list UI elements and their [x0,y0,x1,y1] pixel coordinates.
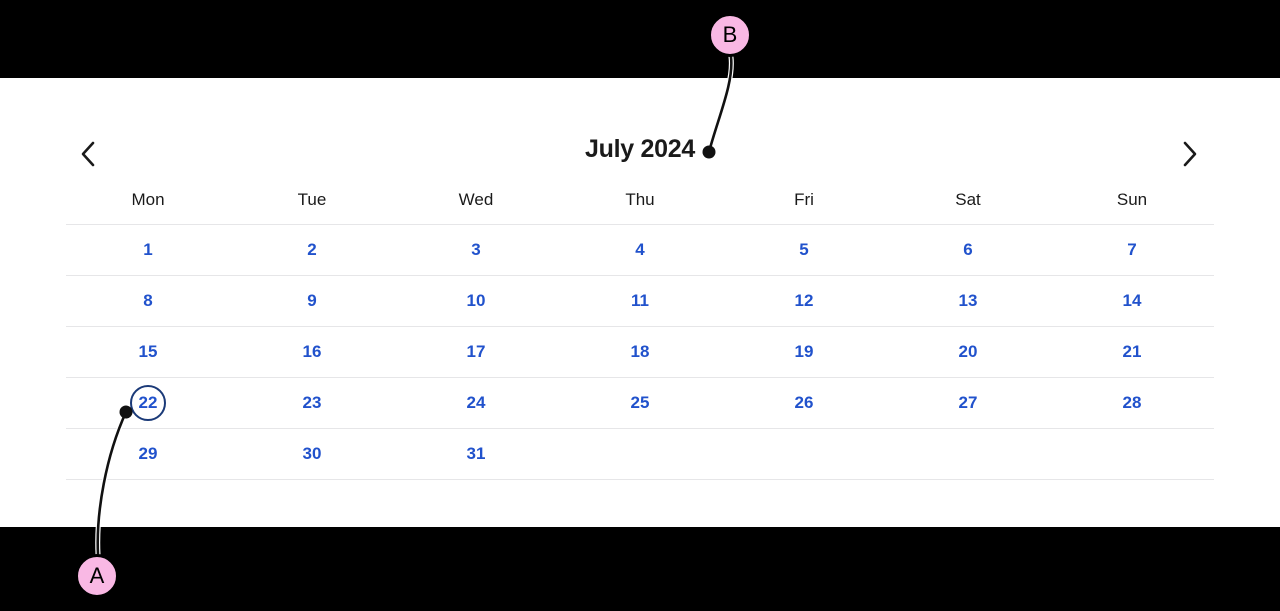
day-cell[interactable]: 5 [722,225,886,275]
day-cell[interactable]: 8 [66,276,230,326]
next-month-button[interactable] [1170,134,1210,174]
month-title-july-2024[interactable]: July 2024 [0,135,1280,164]
day-cell-empty [722,429,886,479]
day-number [786,436,822,472]
day-cell[interactable]: 11 [558,276,722,326]
calendar-surface: July 2024 Mon Tue Wed Thu Fri Sat Sun 1 … [0,78,1280,527]
day-number: 29 [138,444,158,463]
day-cell[interactable]: 12 [722,276,886,326]
day-number: 30 [302,444,322,463]
day-number: 12 [794,291,814,310]
day-number: 16 [302,342,322,361]
day-number: 11 [631,291,649,310]
day-number: 26 [794,393,814,412]
day-cell[interactable]: 14 [1050,276,1214,326]
day-number: 24 [466,393,486,412]
day-cell[interactable]: 9 [230,276,394,326]
day-cell[interactable]: 16 [230,327,394,377]
day-number: 27 [958,393,978,412]
day-cell[interactable]: 18 [558,327,722,377]
day-number: 22 [130,385,166,421]
day-number: 15 [138,342,158,361]
day-number: 28 [1122,393,1142,412]
day-cell[interactable]: 25 [558,378,722,428]
day-grid: 1 2 3 4 5 6 7 8 9 10 11 12 13 14 15 16 1… [66,224,1214,480]
day-number [622,436,658,472]
day-cell[interactable]: 23 [230,378,394,428]
day-cell[interactable]: 20 [886,327,1050,377]
weekday-header-row: Mon Tue Wed Thu Fri Sat Sun [66,190,1214,210]
letterbox-top-bar [0,0,1280,78]
day-number: 21 [1122,342,1142,361]
day-number: 4 [635,240,645,259]
day-number: 31 [466,444,486,463]
day-number: 13 [958,291,978,310]
day-number [1114,436,1150,472]
day-cell[interactable]: 27 [886,378,1050,428]
day-cell[interactable]: 30 [230,429,394,479]
day-cell[interactable]: 4 [558,225,722,275]
week-row: 1 2 3 4 5 6 7 [66,224,1214,275]
annotation-marker-b: B [708,13,752,57]
weekday-header-tue: Tue [297,190,327,209]
day-number: 5 [799,240,809,259]
day-number: 8 [143,291,153,310]
day-cell[interactable]: 7 [1050,225,1214,275]
weekday-header-sun: Sun [1116,190,1148,209]
day-number: 7 [1127,240,1137,259]
day-cell[interactable]: 17 [394,327,558,377]
day-cell[interactable]: 6 [886,225,1050,275]
day-number: 1 [143,240,153,259]
day-cell-empty [558,429,722,479]
day-number: 18 [630,342,650,361]
day-number: 3 [471,240,481,259]
week-row: 29 30 31 [66,428,1214,480]
day-number: 2 [307,240,317,259]
letterbox-bottom-bar [0,527,1280,611]
day-number: 6 [963,240,973,259]
weekday-header-mon: Mon [131,190,165,209]
day-cell[interactable]: 2 [230,225,394,275]
day-cell[interactable]: 24 [394,378,558,428]
day-cell[interactable]: 13 [886,276,1050,326]
day-cell[interactable]: 26 [722,378,886,428]
day-number: 17 [466,342,486,361]
week-row: 15 16 17 18 19 20 21 [66,326,1214,377]
day-cell[interactable]: 15 [66,327,230,377]
weekday-header-sat: Sat [955,190,981,209]
day-number: 10 [466,291,486,310]
annotation-marker-a: A [75,554,119,598]
chevron-right-icon [1181,139,1199,169]
day-number: 25 [630,393,650,412]
day-cell[interactable]: 29 [66,429,230,479]
day-cell-empty [1050,429,1214,479]
day-cell[interactable]: 3 [394,225,558,275]
day-number: 9 [307,291,317,310]
day-cell[interactable]: 10 [394,276,558,326]
calendar-header: July 2024 [0,78,1280,167]
day-cell[interactable]: 21 [1050,327,1214,377]
week-row: 22 23 24 25 26 27 28 [66,377,1214,428]
weekday-header-thu: Thu [625,190,655,209]
day-cell[interactable]: 19 [722,327,886,377]
day-cell-empty [886,429,1050,479]
weekday-header-wed: Wed [458,190,494,209]
selected-day-22[interactable]: 22 [66,378,230,428]
weekday-header-fri: Fri [794,190,814,209]
week-row: 8 9 10 11 12 13 14 [66,275,1214,326]
day-number [950,436,986,472]
day-number: 14 [1122,291,1142,310]
day-number: 20 [958,342,978,361]
day-number: 23 [302,393,322,412]
day-cell[interactable]: 28 [1050,378,1214,428]
day-cell[interactable]: 1 [66,225,230,275]
day-number: 19 [794,342,814,361]
day-cell[interactable]: 31 [394,429,558,479]
